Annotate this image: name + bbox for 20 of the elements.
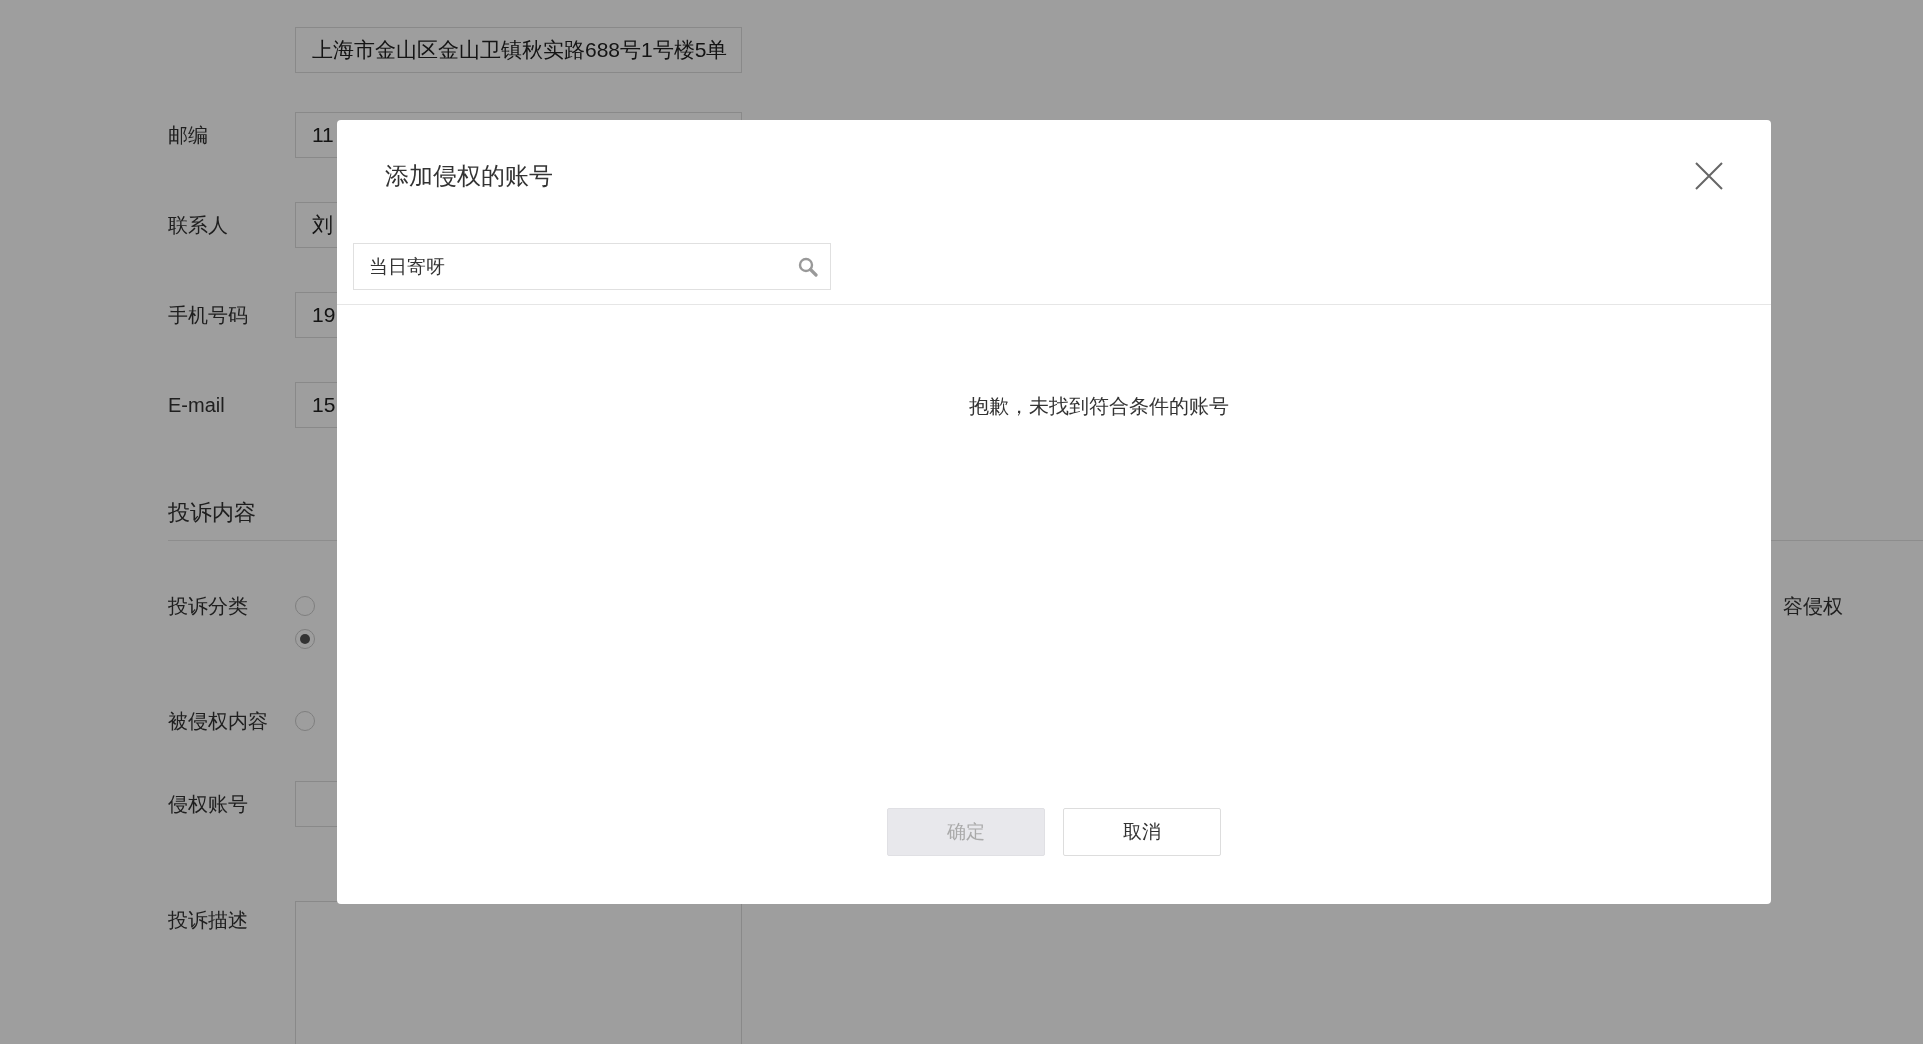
- radio-button[interactable]: [295, 628, 315, 649]
- field-label: 手机号码: [168, 302, 249, 328]
- field-label: 邮编: [168, 122, 209, 148]
- option-label: 容侵权: [1783, 594, 1843, 619]
- dialog-title: 添加侵权的账号: [385, 161, 553, 191]
- field-label: 联系人: [168, 212, 229, 238]
- section-title: 投诉内容: [168, 500, 256, 525]
- field-label: E-mail: [168, 393, 226, 417]
- field-label: 被侵权内容: [168, 708, 269, 734]
- address-field[interactable]: 上海市金山区金山卫镇秋实路688号1号楼5单: [295, 27, 742, 73]
- close-icon[interactable]: [1695, 162, 1723, 190]
- radio-button[interactable]: [295, 595, 315, 616]
- search-field[interactable]: 当日寄呀: [353, 243, 831, 290]
- radio-button[interactable]: [295, 711, 315, 731]
- field-label: 侵权账号: [168, 791, 249, 817]
- field-label: 投诉描述: [168, 908, 249, 933]
- cancel-button[interactable]: 取消: [1063, 808, 1221, 856]
- field-label: 投诉分类: [168, 594, 249, 619]
- empty-message: 抱歉，未找到符合条件的账号: [969, 394, 1229, 419]
- search-icon[interactable]: [798, 256, 818, 277]
